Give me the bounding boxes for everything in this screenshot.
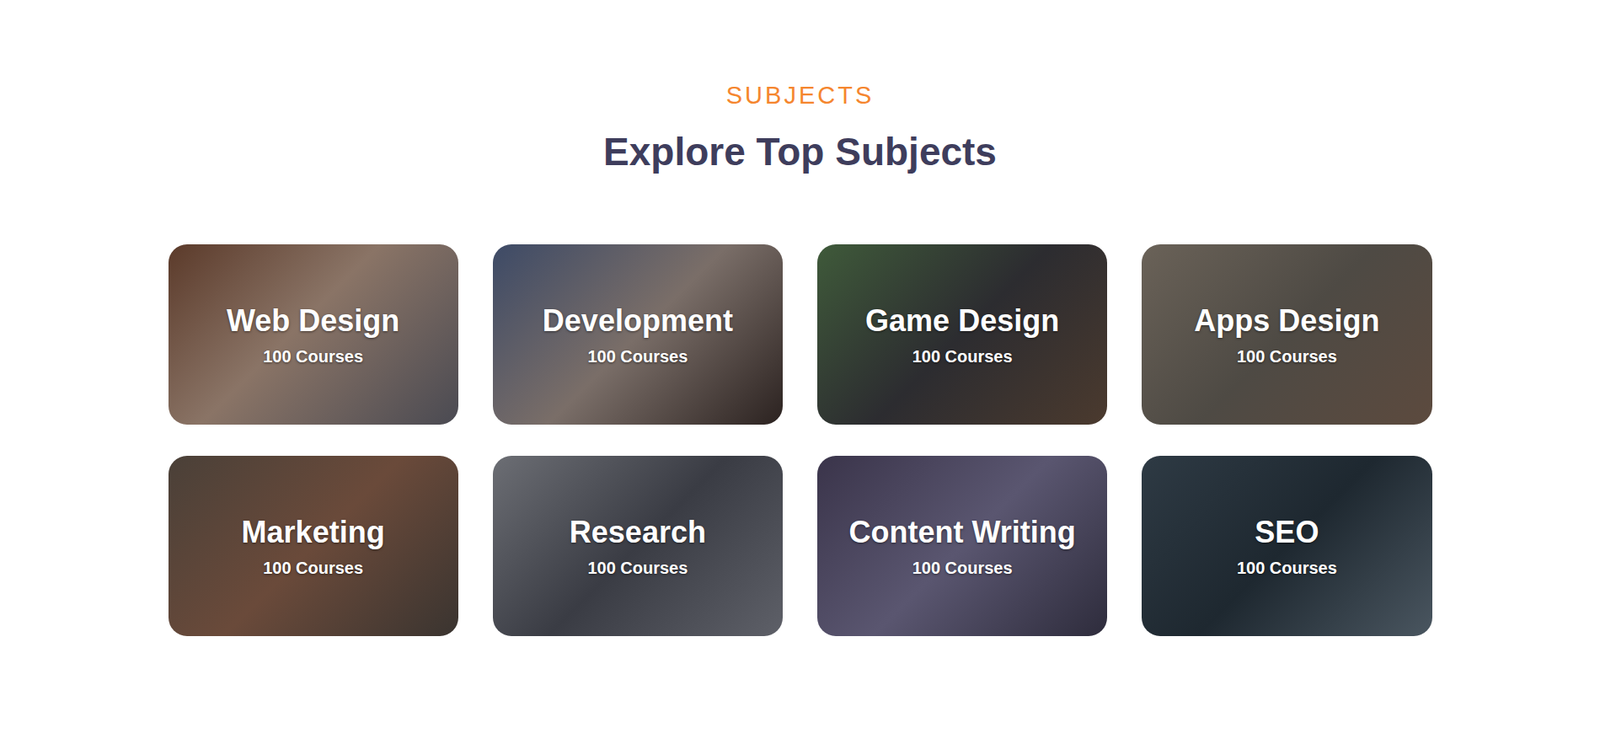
- course-count: 100 Courses: [587, 346, 688, 367]
- subject-card[interactable]: Research 100 Courses: [492, 455, 783, 637]
- course-count: 100 Courses: [262, 346, 364, 367]
- section-label: SUBJECTS: [168, 80, 1433, 111]
- course-count: 100 Courses: [1236, 346, 1338, 367]
- subject-title: Apps Design: [1193, 302, 1380, 339]
- course-count: 100 Courses: [1236, 557, 1338, 578]
- course-count: 100 Courses: [912, 346, 1013, 367]
- course-count: 100 Courses: [587, 557, 688, 578]
- subject-title: Web Design: [226, 302, 400, 339]
- subject-card[interactable]: Game Design 100 Courses: [817, 244, 1108, 425]
- subject-card[interactable]: Web Design 100 Courses: [168, 244, 459, 425]
- subject-card[interactable]: Development 100 Courses: [492, 244, 783, 425]
- section-title: Explore Top Subjects: [168, 128, 1433, 176]
- subject-card[interactable]: Content Writing 100 Courses: [817, 455, 1108, 637]
- subjects-section: SUBJECTS Explore Top Subjects Web Design…: [168, 0, 1433, 687]
- subject-title: Development: [542, 302, 734, 339]
- subjects-grid: Web Design 100 Courses Development 100 Cour…: [168, 244, 1433, 637]
- subject-title: Game Design: [865, 302, 1060, 339]
- course-count: 100 Courses: [912, 557, 1013, 578]
- subject-card[interactable]: Apps Design 100 Courses: [1141, 244, 1432, 425]
- subject-card[interactable]: Marketing 100 Courses: [168, 455, 459, 637]
- course-count: 100 Courses: [262, 557, 364, 578]
- subject-title: SEO: [1254, 513, 1319, 551]
- subject-title: Research: [569, 513, 707, 551]
- subject-card[interactable]: SEO 100 Courses: [1141, 455, 1432, 637]
- subject-title: Marketing: [241, 513, 386, 551]
- subject-title: Content Writing: [848, 513, 1076, 551]
